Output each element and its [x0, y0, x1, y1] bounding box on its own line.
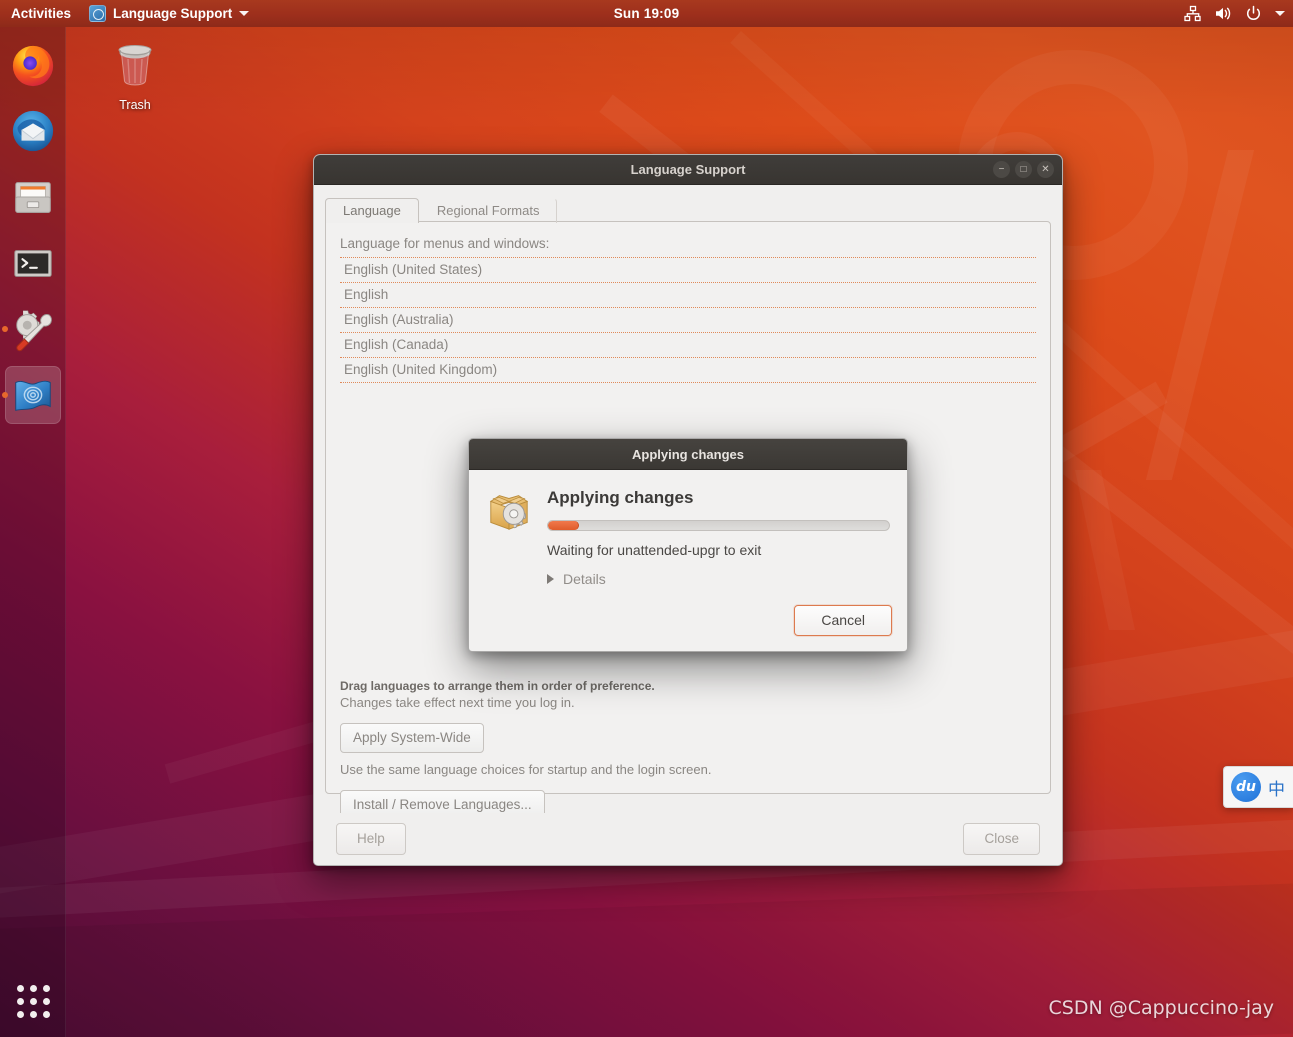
show-applications-button[interactable] [0, 971, 66, 1031]
dock-item-terminal[interactable] [0, 230, 66, 296]
network-icon[interactable] [1184, 5, 1201, 22]
dock-item-files[interactable] [0, 164, 66, 230]
tab-bar: Language Regional Formats [325, 196, 1051, 223]
dialog-footer: Cancel [469, 587, 907, 651]
details-label: Details [563, 571, 606, 587]
power-icon[interactable] [1245, 5, 1262, 22]
cancel-button[interactable]: Cancel [794, 605, 892, 636]
firefox-icon [12, 45, 54, 87]
app-menu-button[interactable]: Language Support [83, 5, 255, 22]
startup-hint: Use the same language choices for startu… [340, 762, 712, 777]
apply-system-wide-button[interactable]: Apply System-Wide [340, 723, 484, 753]
applying-changes-dialog: Applying changes Applying changes Waitin… [468, 438, 908, 652]
window-title: Language Support [630, 162, 746, 177]
login-hint: Changes take effect next time you log in… [340, 695, 575, 710]
help-button[interactable]: Help [336, 823, 406, 855]
package-gear-icon [489, 495, 529, 530]
drag-hint: Drag languages to arrange them in order … [340, 679, 655, 693]
window-controls: − □ ✕ [993, 161, 1054, 178]
language-support-icon [89, 5, 107, 22]
minimize-button[interactable]: − [993, 161, 1010, 178]
triangle-right-icon [547, 574, 554, 584]
clock[interactable]: Sun 19:09 [614, 6, 680, 21]
thunderbird-icon [12, 110, 54, 152]
list-item[interactable]: English [340, 283, 1036, 308]
system-tray [1184, 5, 1285, 22]
language-list[interactable]: English (United States) English English … [340, 257, 1036, 383]
baidu-logo-icon[interactable]: du [1231, 772, 1261, 802]
tab-regional-formats[interactable]: Regional Formats [419, 198, 558, 223]
baidu-ime-bar[interactable]: du 中 [1223, 766, 1293, 808]
list-item[interactable]: English (Australia) [340, 308, 1036, 333]
top-bar: Activities Language Support Sun 19:09 [0, 0, 1293, 27]
settings-gear-wrench-icon [16, 310, 52, 352]
close-window-button[interactable]: Close [963, 823, 1040, 855]
list-item[interactable]: English (United Kingdom) [340, 358, 1036, 383]
dialog-body: Applying changes Waiting for unattended-… [469, 470, 907, 587]
maximize-button[interactable]: □ [1015, 161, 1032, 178]
list-item[interactable]: English (Canada) [340, 333, 1036, 358]
dock-item-language-support[interactable] [0, 362, 66, 428]
wallpaper-chevron-1 [1145, 150, 1255, 480]
watermark: CSDN @Cappuccino-jay [1048, 997, 1275, 1019]
ime-mode-indicator[interactable]: 中 [1268, 775, 1285, 800]
trash-desktop-icon[interactable]: Trash [100, 38, 170, 112]
files-icon [15, 182, 51, 213]
dialog-titlebar[interactable]: Applying changes [469, 439, 907, 470]
dock-item-settings[interactable] [0, 296, 66, 362]
close-button[interactable]: ✕ [1037, 161, 1054, 178]
window-titlebar[interactable]: Language Support − □ ✕ [314, 155, 1062, 185]
volume-icon[interactable] [1214, 5, 1232, 22]
dock [0, 27, 66, 1037]
language-list-label: Language for menus and windows: [340, 236, 550, 251]
progress-bar-fill [548, 521, 579, 530]
tab-language[interactable]: Language [325, 198, 419, 223]
wallpaper-chevron-3 [1074, 470, 1136, 630]
terminal-icon [14, 250, 52, 277]
dialog-status-text: Waiting for unattended-upgr to exit [547, 542, 762, 558]
activities-button[interactable]: Activities [0, 0, 83, 27]
progress-bar [547, 520, 890, 531]
apps-grid-icon [16, 984, 50, 1018]
dock-item-firefox[interactable] [0, 32, 66, 98]
dialog-content: Applying changes Waiting for unattended-… [547, 487, 890, 587]
app-menu-label: Language Support [113, 6, 233, 21]
dialog-title: Applying changes [632, 446, 744, 462]
dock-item-thunderbird[interactable] [0, 98, 66, 164]
language-support-flag-icon [15, 380, 51, 411]
window-action-bar: Help Close [314, 813, 1062, 865]
trash-can-icon [118, 45, 152, 86]
chevron-down-icon [239, 11, 250, 16]
chevron-down-icon[interactable] [1275, 11, 1285, 16]
trash-label: Trash [119, 98, 151, 112]
dialog-heading: Applying changes [547, 488, 694, 507]
list-item[interactable]: English (United States) [340, 257, 1036, 283]
details-disclosure[interactable]: Details [547, 571, 890, 587]
